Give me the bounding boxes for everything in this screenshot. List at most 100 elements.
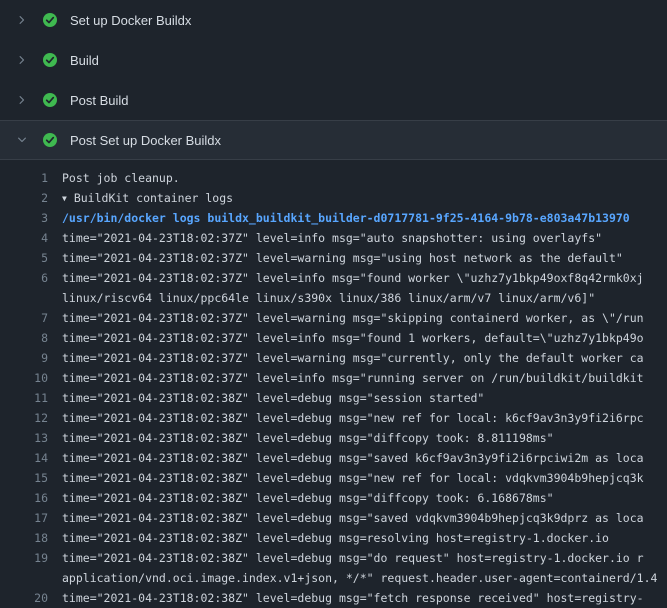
chevron-right-icon [14,92,30,108]
line-text-wrap: time="2021-04-23T18:02:38Z" level=debug … [62,448,667,468]
line-number[interactable]: 9 [0,348,48,368]
line-text-wrap: time="2021-04-23T18:02:37Z" level=info m… [62,328,667,348]
log-line: 3 /usr/bin/docker logs buildx_buildkit_b… [0,208,667,228]
step-header[interactable]: Post Set up Docker Buildx [0,120,667,160]
line-text-wrap: time="2021-04-23T18:02:38Z" level=debug … [62,408,667,428]
log-line: 10 time="2021-04-23T18:02:37Z" level=inf… [0,368,667,388]
line-number[interactable]: 14 [0,448,48,468]
log-line: 15 time="2021-04-23T18:02:38Z" level=deb… [0,468,667,488]
log-line: 8 time="2021-04-23T18:02:37Z" level=info… [0,328,667,348]
line-text: linux/riscv64 linux/ppc64le linux/s390x … [62,291,595,305]
line-text-wrap: time="2021-04-23T18:02:38Z" level=debug … [62,388,667,408]
line-text-wrap: time="2021-04-23T18:02:38Z" level=debug … [62,588,667,608]
log-area[interactable]: 1 Post job cleanup. 2 ▼ BuildKit containe… [0,160,667,608]
line-text: time="2021-04-23T18:02:38Z" level=debug … [62,551,644,565]
line-number[interactable]: 13 [0,428,48,448]
line-text-wrap: time="2021-04-23T18:02:38Z" level=debug … [62,428,667,448]
chevron-right-icon [14,12,30,28]
log-line: 7 time="2021-04-23T18:02:37Z" level=warn… [0,308,667,328]
line-text-wrap: time="2021-04-23T18:02:37Z" level=info m… [62,228,667,248]
log-line: 11 time="2021-04-23T18:02:38Z" level=deb… [0,388,667,408]
line-number[interactable] [0,288,48,308]
line-number[interactable]: 12 [0,408,48,428]
log-line: 17 time="2021-04-23T18:02:38Z" level=deb… [0,508,667,528]
line-text: time="2021-04-23T18:02:37Z" level=warnin… [62,311,644,325]
log-line: 14 time="2021-04-23T18:02:38Z" level=deb… [0,448,667,468]
line-number[interactable]: 1 [0,168,48,188]
line-text-wrap: application/vnd.oci.image.index.v1+json,… [62,568,667,588]
line-text: /usr/bin/docker logs buildx_buildkit_bui… [62,211,630,225]
line-text: time="2021-04-23T18:02:37Z" level=info m… [62,231,602,245]
check-circle-icon [42,12,58,28]
line-number[interactable]: 19 [0,548,48,568]
line-text: time="2021-04-23T18:02:38Z" level=debug … [62,531,609,545]
line-number[interactable]: 20 [0,588,48,608]
log-line: 18 time="2021-04-23T18:02:38Z" level=deb… [0,528,667,548]
log-line: 13 time="2021-04-23T18:02:38Z" level=deb… [0,428,667,448]
check-circle-icon [42,92,58,108]
step-list: Set up Docker Buildx Build Post Buil [0,0,667,160]
actions-log-viewer: Set up Docker Buildx Build Post Buil [0,0,667,608]
line-number[interactable]: 6 [0,268,48,288]
log-line: 19 time="2021-04-23T18:02:38Z" level=deb… [0,548,667,568]
line-text-wrap: time="2021-04-23T18:02:38Z" level=debug … [62,468,667,488]
line-text: BuildKit container logs [74,191,233,205]
step-header[interactable]: Post Build [0,80,667,120]
line-number[interactable]: 5 [0,248,48,268]
line-text-wrap: time="2021-04-23T18:02:38Z" level=debug … [62,548,667,568]
log-line: 9 time="2021-04-23T18:02:37Z" level=warn… [0,348,667,368]
line-text: time="2021-04-23T18:02:37Z" level=info m… [62,371,644,385]
line-text: time="2021-04-23T18:02:38Z" level=debug … [62,471,644,485]
line-text: time="2021-04-23T18:02:37Z" level=warnin… [62,351,644,365]
line-number[interactable] [0,568,48,588]
log-line: application/vnd.oci.image.index.v1+json,… [0,568,667,588]
line-number[interactable]: 18 [0,528,48,548]
step-label: Build [70,53,99,68]
line-text-wrap: time="2021-04-23T18:02:37Z" level=info m… [62,268,667,288]
line-number[interactable]: 15 [0,468,48,488]
log-group-toggle-icon[interactable]: ▼ [62,194,67,203]
step-header[interactable]: Build [0,40,667,80]
line-number[interactable]: 2 [0,188,48,208]
log-line: 12 time="2021-04-23T18:02:38Z" level=deb… [0,408,667,428]
step-label: Set up Docker Buildx [70,13,191,28]
line-number[interactable]: 11 [0,388,48,408]
step-label: Post Set up Docker Buildx [70,133,221,148]
line-text-wrap: /usr/bin/docker logs buildx_buildkit_bui… [62,208,667,228]
log-line: 1 Post job cleanup. [0,168,667,188]
log-line: 16 time="2021-04-23T18:02:38Z" level=deb… [0,488,667,508]
line-number[interactable]: 16 [0,488,48,508]
check-circle-icon [42,132,58,148]
line-text: time="2021-04-23T18:02:38Z" level=debug … [62,451,644,465]
line-text: time="2021-04-23T18:02:38Z" level=debug … [62,491,554,505]
line-number[interactable]: 7 [0,308,48,328]
chevron-right-icon [14,52,30,68]
line-text: time="2021-04-23T18:02:38Z" level=debug … [62,591,644,605]
line-text-wrap: ▼ BuildKit container logs [62,188,667,208]
line-number[interactable]: 8 [0,328,48,348]
step-header[interactable]: Set up Docker Buildx [0,0,667,40]
line-text: application/vnd.oci.image.index.v1+json,… [62,571,657,585]
line-text: time="2021-04-23T18:02:38Z" level=debug … [62,511,644,525]
line-number[interactable]: 4 [0,228,48,248]
log-line: 20 time="2021-04-23T18:02:38Z" level=deb… [0,588,667,608]
log-line: linux/riscv64 linux/ppc64le linux/s390x … [0,288,667,308]
line-text: time="2021-04-23T18:02:37Z" level=info m… [62,271,644,285]
step-label: Post Build [70,93,129,108]
line-text: Post job cleanup. [62,171,180,185]
line-text-wrap: time="2021-04-23T18:02:37Z" level=warnin… [62,308,667,328]
line-number[interactable]: 10 [0,368,48,388]
line-text-wrap: time="2021-04-23T18:02:38Z" level=debug … [62,528,667,548]
line-number[interactable]: 3 [0,208,48,228]
line-text: time="2021-04-23T18:02:37Z" level=warnin… [62,251,623,265]
line-text: time="2021-04-23T18:02:38Z" level=debug … [62,411,644,425]
log-line: 5 time="2021-04-23T18:02:37Z" level=warn… [0,248,667,268]
line-text-wrap: time="2021-04-23T18:02:38Z" level=debug … [62,508,667,528]
line-text-wrap: Post job cleanup. [62,168,667,188]
line-text-wrap: linux/riscv64 linux/ppc64le linux/s390x … [62,288,667,308]
line-text-wrap: time="2021-04-23T18:02:38Z" level=debug … [62,488,667,508]
check-circle-icon [42,52,58,68]
line-number[interactable]: 17 [0,508,48,528]
line-text: time="2021-04-23T18:02:38Z" level=debug … [62,391,484,405]
line-text-wrap: time="2021-04-23T18:02:37Z" level=warnin… [62,248,667,268]
